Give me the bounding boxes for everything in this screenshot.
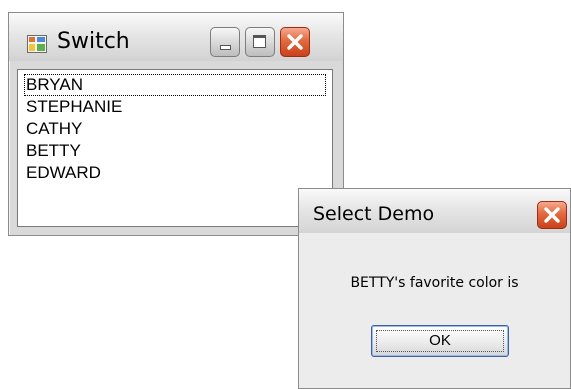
window-title: Switch bbox=[57, 29, 130, 54]
app-window-icon[interactable] bbox=[27, 35, 47, 53]
name-listbox[interactable]: BRYAN STEPHANIE CATHY BETTY EDWARD bbox=[17, 69, 333, 227]
switch-titlebar[interactable]: Switch bbox=[9, 13, 343, 61]
minimize-button[interactable] bbox=[210, 27, 240, 57]
minimize-icon bbox=[221, 46, 230, 49]
dialog-message: BETTY's favorite color is bbox=[350, 275, 519, 291]
list-item-cathy[interactable]: CATHY bbox=[24, 118, 326, 140]
ok-button[interactable]: OK bbox=[371, 325, 509, 357]
close-icon bbox=[287, 34, 303, 50]
list-item-stephanie[interactable]: STEPHANIE bbox=[24, 96, 326, 118]
list-item-edward[interactable]: EDWARD bbox=[24, 162, 326, 184]
switch-window: Switch BRYAN STEPHANIE CATHY BETTY EDWAR… bbox=[8, 12, 344, 236]
list-item-bryan[interactable]: BRYAN bbox=[24, 74, 326, 96]
close-button[interactable] bbox=[280, 27, 310, 57]
focus-rectangle bbox=[376, 330, 504, 352]
list-item-betty[interactable]: BETTY bbox=[24, 140, 326, 162]
maximize-icon bbox=[253, 35, 266, 48]
dialog-close-button[interactable] bbox=[537, 201, 567, 229]
close-icon bbox=[544, 207, 560, 223]
dialog-title: Select Demo bbox=[313, 203, 435, 225]
dialog-titlebar[interactable]: Select Demo bbox=[299, 189, 570, 233]
select-demo-dialog: Select Demo BETTY's favorite color is OK bbox=[298, 188, 571, 389]
maximize-button[interactable] bbox=[245, 27, 275, 57]
